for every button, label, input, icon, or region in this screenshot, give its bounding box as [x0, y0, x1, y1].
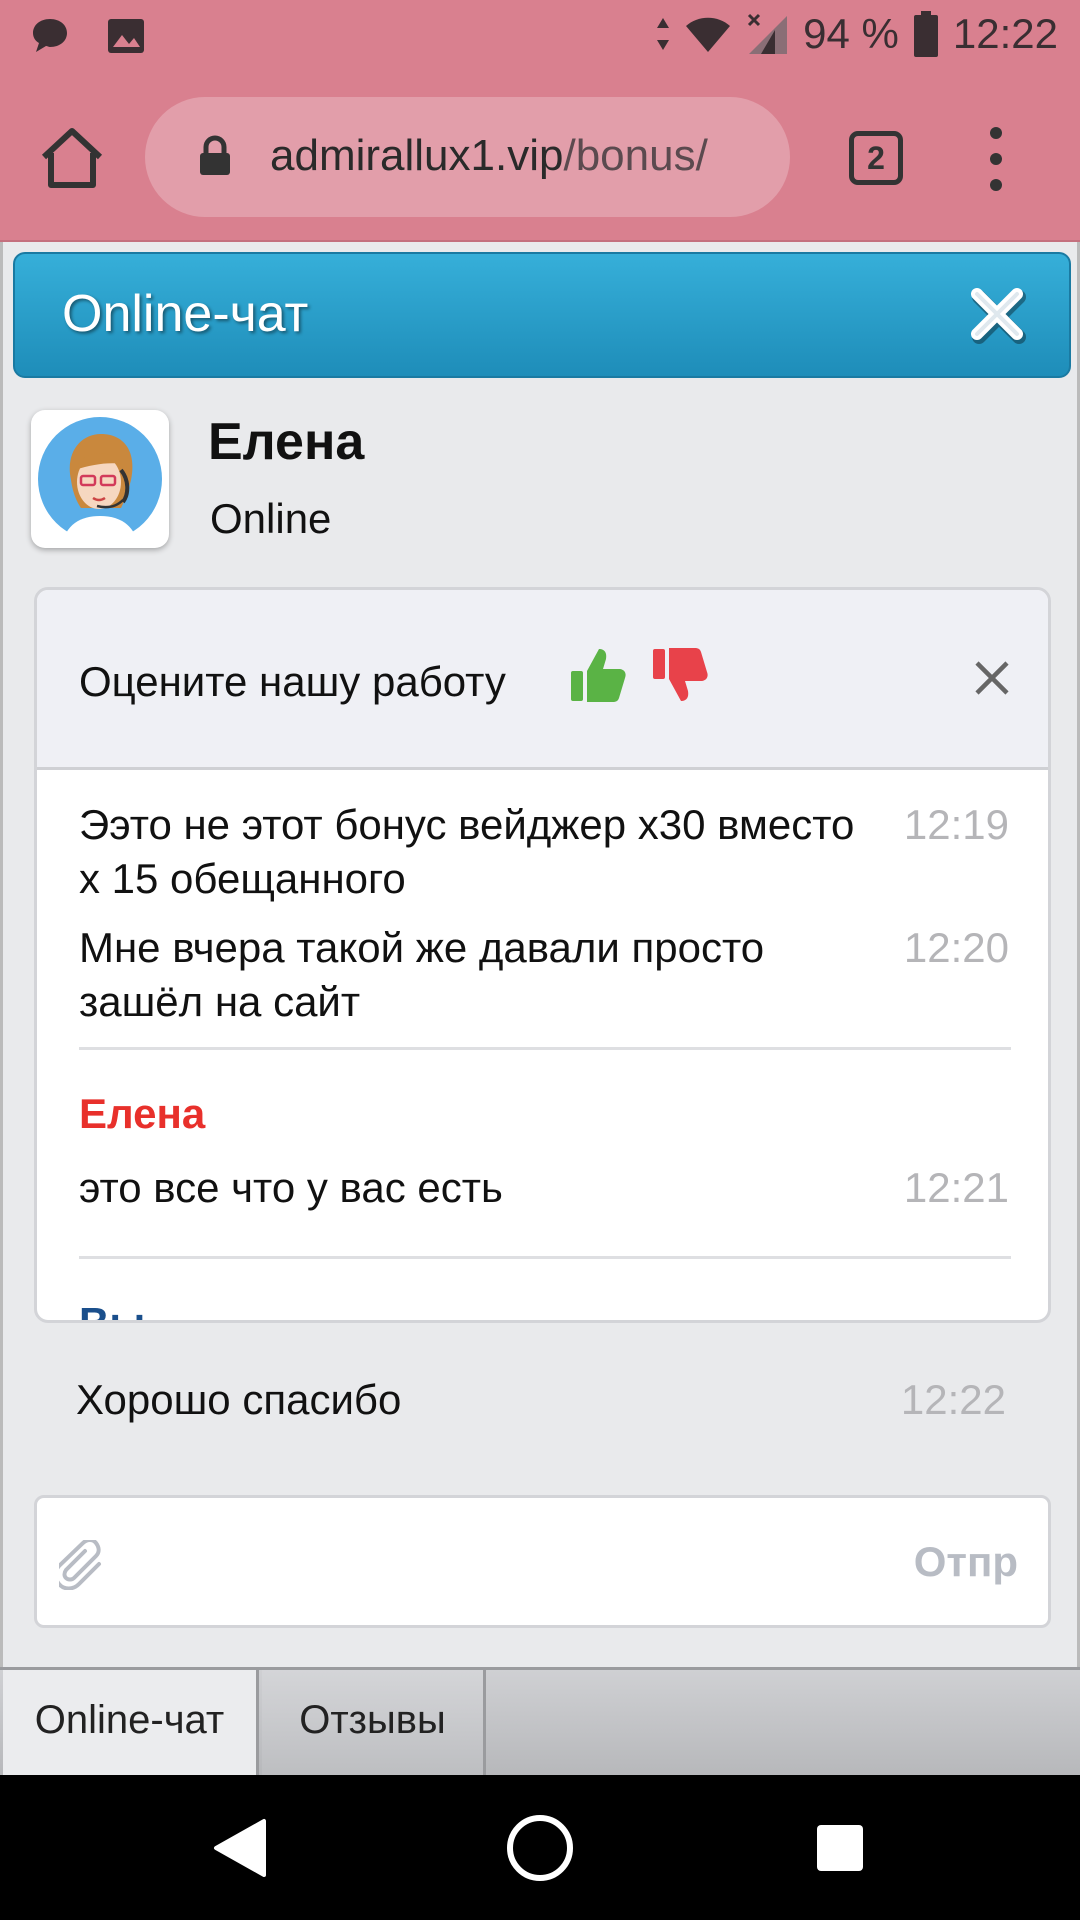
recent-apps-button[interactable] — [817, 1825, 863, 1871]
message-text: это все что у вас есть — [79, 1164, 503, 1211]
message-text: Мне вчера такой же давали просто зашёл н… — [79, 924, 765, 1025]
url-text: admirallux1.vip/bonus/ — [270, 131, 708, 181]
message-notification-icon — [30, 16, 70, 56]
message-divider — [79, 1047, 1011, 1050]
clock: 12:22 — [952, 10, 1058, 57]
close-icon — [971, 288, 1026, 344]
image-notification-icon — [106, 16, 146, 56]
battery-icon — [913, 11, 939, 57]
data-arrows-icon — [655, 14, 671, 54]
user-sender-label: Вы — [79, 1299, 146, 1323]
chat-title: Online-чат — [62, 285, 309, 343]
thumbs-down-button[interactable] — [651, 645, 711, 712]
wifi-icon — [685, 14, 731, 54]
rating-prompt: Оцените нашу работу — [79, 658, 506, 705]
message-time: 12:19 — [903, 801, 1009, 848]
message-divider — [79, 1256, 1011, 1259]
tab-switcher-button[interactable]: 2 — [849, 131, 903, 185]
menu-dot-icon — [990, 179, 1002, 191]
battery-percent: 94 % — [803, 10, 899, 57]
rating-bar: Оцените нашу работу — [37, 590, 1048, 770]
message-item: Хорошо спасибо 12:22 — [76, 1373, 1006, 1427]
paperclip-icon — [53, 1538, 101, 1591]
message-item: Ээто не этот бонус вейджер х30 вместо х … — [79, 798, 1009, 906]
back-icon — [214, 1819, 266, 1877]
chat-header: Online-чат — [13, 252, 1071, 378]
back-button[interactable] — [212, 1817, 268, 1884]
browser-menu-button[interactable] — [986, 127, 1006, 191]
system-nav-bar — [0, 1775, 1080, 1920]
agent-name: Елена — [208, 413, 365, 471]
rating-close-button[interactable] — [974, 660, 1010, 696]
status-bar: 94 % 12:22 — [0, 0, 1080, 75]
lock-icon — [198, 135, 232, 182]
home-icon — [41, 128, 103, 188]
address-bar[interactable]: admirallux1.vip/bonus/ — [145, 97, 790, 217]
url-path: /bonus/ — [563, 131, 708, 180]
close-icon — [975, 661, 1009, 695]
home-nav-button[interactable] — [505, 1813, 575, 1888]
message-item: Мне вчера такой же давали просто зашёл н… — [79, 921, 1009, 1029]
message-time: 12:21 — [903, 1164, 1009, 1211]
widget-tab-bar: Online-чат Отзывы — [0, 1667, 1080, 1775]
message-text: Ээто не этот бонус вейджер х30 вместо х … — [79, 801, 855, 902]
menu-dot-icon — [990, 127, 1002, 139]
agent-status: Online — [210, 495, 332, 542]
message-item: это все что у вас есть 12:21 — [79, 1161, 1009, 1215]
home-button[interactable] — [38, 125, 106, 191]
messages-panel[interactable]: Оцените нашу работу Ээто не этот бонус в… — [34, 587, 1051, 1323]
chat-widget: Online-чат Елена Online Оцените нашу раб… — [0, 242, 1080, 1669]
thumbs-down-icon — [653, 648, 708, 701]
browser-toolbar: admirallux1.vip/bonus/ 2 — [0, 75, 1080, 242]
home-circle-icon — [507, 1815, 573, 1881]
message-input[interactable] — [127, 1528, 887, 1598]
chat-close-button[interactable] — [967, 284, 1029, 346]
url-host: admirallux1.vip — [270, 131, 564, 180]
send-button[interactable]: Отпр — [914, 1538, 1018, 1586]
tab-online-chat[interactable]: Online-чат — [3, 1670, 259, 1775]
message-time: 12:22 — [900, 1376, 1006, 1423]
tab-reviews[interactable]: Отзывы — [262, 1670, 486, 1775]
agent-avatar — [31, 410, 169, 548]
message-composer: Отпр — [34, 1495, 1051, 1628]
thumbs-up-icon — [571, 649, 626, 702]
message-time: 12:20 — [903, 924, 1009, 971]
agent-sender-label: Елена — [79, 1090, 206, 1137]
thumbs-up-button[interactable] — [569, 645, 629, 710]
signal-icon — [745, 12, 789, 56]
attach-button[interactable] — [53, 1538, 105, 1595]
message-text: Хорошо спасибо — [76, 1376, 402, 1423]
menu-dot-icon — [990, 153, 1002, 165]
